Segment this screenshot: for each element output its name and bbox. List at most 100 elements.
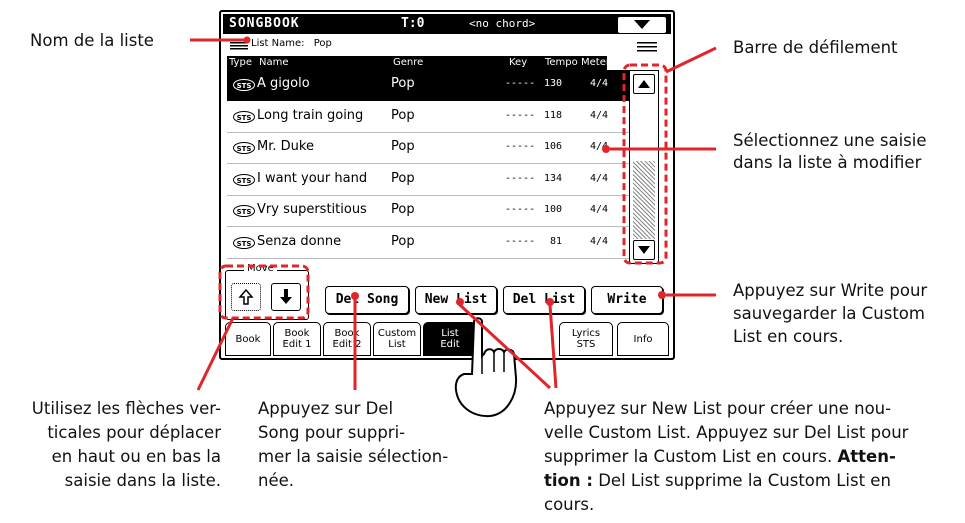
annotation-line: List en cours. [733,327,844,346]
hamburger-menu-icon[interactable] [637,42,657,52]
sts-badge-text: STS [237,114,252,122]
annotation-line: née. [258,471,295,490]
annotation-line: dans la liste à modifier [733,153,922,172]
move-down-button[interactable] [271,283,301,311]
move-group: Move [225,263,309,320]
song-tempo: 118 [543,110,562,121]
tab-book-edit-1[interactable]: Book Edit 1 [273,322,321,356]
song-name: Mr. Duke [257,139,314,154]
col-type: Type [229,57,252,68]
list-name-label: List Name: [251,38,305,49]
tab-book[interactable]: Book [225,322,271,356]
del-list-button[interactable]: Del List [503,286,585,314]
tab-book-edit-2[interactable]: Book Edit 2 [323,322,371,356]
chord-readout: <no chord> [469,17,536,30]
annotation-del-song: Appuyez sur Del Song pour suppri- mer la… [258,397,448,493]
arrow-up-icon [238,288,254,305]
sts-badge-text: STS [237,208,252,216]
annotation-new-del-list: Appuyez sur New List pour créer une nou-… [544,397,908,517]
song-genre: Pop [391,108,415,123]
table-row[interactable]: STS Vry superstitious Pop ----- 100 4/4 [227,196,629,227]
song-tempo: 100 [543,204,562,215]
hand-pointer-icon [454,317,518,418]
new-list-button[interactable]: New List [415,286,497,314]
triangle-up-icon [638,80,650,88]
song-key: ----- [505,236,536,247]
annotation-line: supprimer la Custom List en cours. Atten… [544,445,908,469]
sts-icon: STS [233,237,255,249]
annotation-line: Appuyez sur New List pour créer une nou- [544,399,892,418]
triangle-down-icon [638,246,650,254]
song-meter: 4/4 [590,110,609,121]
sts-badge-text: STS [237,177,252,185]
table-row[interactable]: STS I want your hand Pop ----- 134 4/4 [227,165,629,196]
move-up-button[interactable] [231,283,261,311]
tab-info[interactable]: Info [617,322,669,356]
annotation-line: velle Custom List. Appuyez sur Del List … [544,423,909,442]
tab-label: Info [633,333,653,345]
song-name: Long train going [257,108,364,123]
annotation-line: Appuyez sur Write pour [733,281,928,300]
annotation-bold: tion : [544,471,593,490]
annotation-line: Appuyez sur Del [258,399,394,418]
song-key: ----- [505,204,536,215]
annotation-move: Utilisez les flèches ver- ticales pour d… [6,397,221,493]
table-row[interactable]: STS Mr. Duke Pop ----- 106 4/4 [227,133,629,164]
scroll-up-button[interactable] [633,74,655,94]
song-genre: Pop [391,171,415,186]
song-key: ----- [505,173,536,184]
annotation-line: cours. [544,495,595,514]
song-key: ----- [505,78,536,89]
table-row[interactable]: STS A gigolo Pop ----- 130 4/4 [227,70,629,101]
table-row[interactable]: STS Long train going Pop ----- 118 4/4 [227,102,629,133]
song-name: Vry superstitious [257,202,367,217]
scrollbar[interactable] [629,70,659,264]
table-row[interactable]: STS Senza donne Pop ----- 81 4/4 [227,228,629,259]
scroll-down-button[interactable] [633,240,655,260]
tab-label: Book [235,333,261,345]
title-bar: SONGBOOK T:0 <no chord> [223,14,671,34]
song-meter: 4/4 [590,78,609,89]
tab-lyrics-sts[interactable]: Lyrics STS [559,322,613,356]
song-meter: 4/4 [590,204,609,215]
col-key: Key [509,57,528,68]
annotation-text: Del List supprime la Custom List en [592,471,891,490]
song-genre: Pop [391,202,415,217]
page-title: SONGBOOK [229,16,300,31]
annotation-line: Song pour suppri- [258,423,406,442]
annotation-bold: Atten- [837,447,896,466]
tab-label: Book [284,328,310,339]
del-song-button[interactable]: Del Song [325,286,409,314]
song-name: A gigolo [257,76,310,91]
tab-label: STS [576,339,596,350]
song-key: ----- [505,141,536,152]
annotation-line: Sélectionnez une saisie [733,131,927,150]
arrow-down-icon [280,289,292,304]
song-meter: 4/4 [590,236,609,247]
annotation-write: Appuyez sur Write pour sauvegarder la Cu… [733,279,927,348]
sts-icon: STS [233,142,255,154]
tab-custom-list[interactable]: Custom List [373,322,421,356]
list-name-value: Pop [313,38,332,49]
song-name: I want your hand [257,171,368,186]
col-genre: Genre [393,57,424,68]
tab-label: Lyrics [571,328,601,339]
song-key: ----- [505,110,536,121]
song-genre: Pop [391,139,415,154]
song-meter: 4/4 [590,173,609,184]
move-label: Move [244,263,277,274]
sts-icon: STS [233,111,255,123]
song-genre: Pop [391,234,415,249]
page-menu-button[interactable] [617,16,667,34]
song-name: Senza donne [257,234,342,249]
sts-badge-text: STS [237,82,252,90]
scroll-track[interactable] [633,161,655,239]
annotation-line: mer la saisie sélection- [258,447,449,466]
write-button[interactable]: Write [591,286,663,314]
sts-icon: STS [233,174,255,186]
tab-bar: Book Book Edit 1 Book Edit 2 Custom List Li… [223,320,671,356]
col-meter: Meter [581,57,610,68]
tab-label: Edit 2 [332,339,362,350]
chevron-down-icon [634,20,650,29]
annotation-line: en haut ou en bas la [51,447,221,466]
